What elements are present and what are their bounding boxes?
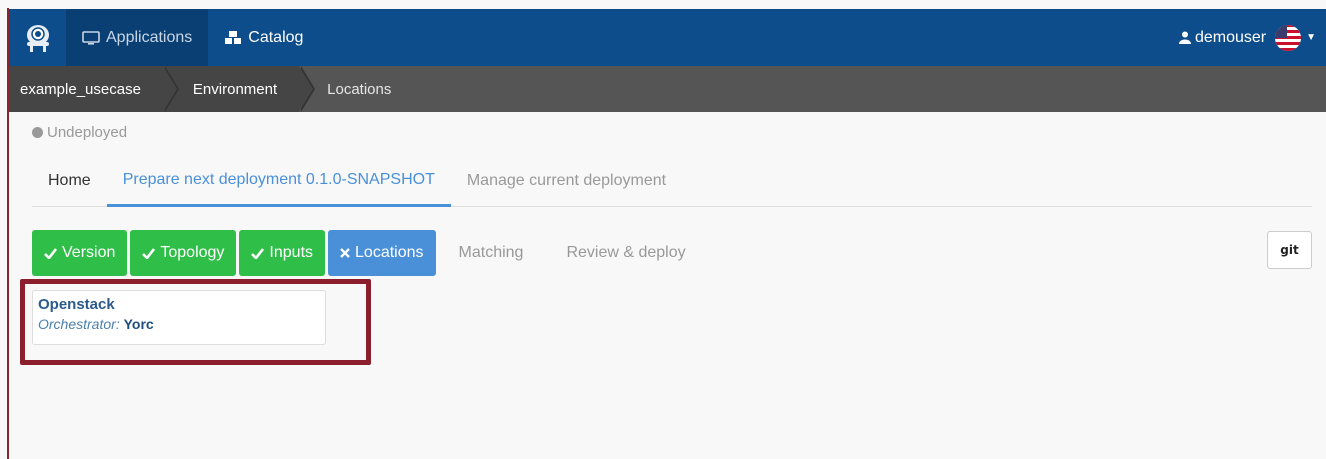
tab-label: Manage current deployment — [466, 172, 667, 189]
step-label: Inputs — [269, 244, 314, 261]
git-button-label: git — [1280, 243, 1299, 257]
tab-label: Prepare next deployment 0.1.0-SNAPSHOT — [122, 171, 435, 188]
location-card-openstack[interactable]: Openstack Orchestrator: Yorc — [32, 290, 326, 345]
step-version-button[interactable]: Version — [32, 230, 128, 276]
breadcrumb-item-locations[interactable]: Locations — [299, 66, 413, 112]
cubes-icon — [225, 31, 242, 44]
tab-home[interactable]: Home — [32, 156, 107, 206]
tab-manage-current-deployment[interactable]: Manage current deployment — [451, 156, 682, 206]
deployment-wizard-steps: Version Topology Inputs Locations Matchi… — [32, 230, 709, 276]
location-orchestrator: Orchestrator: Yorc — [38, 316, 320, 332]
tab-label: Home — [48, 172, 91, 189]
check-icon — [44, 247, 57, 259]
location-name: Openstack — [38, 296, 115, 313]
nav-applications[interactable]: Applications — [66, 9, 209, 66]
orchestrator-label: Orchestrator — [38, 316, 116, 332]
step-review-deploy[interactable]: Review & deploy — [546, 230, 705, 276]
orchestrator-value: Yorc — [123, 316, 154, 332]
step-inputs-button[interactable]: Inputs — [239, 230, 326, 276]
status-dot-icon — [32, 127, 43, 138]
deployment-status: Undeployed — [32, 124, 127, 141]
step-label: Review & deploy — [566, 244, 686, 261]
caret-down-icon: ▼ — [1306, 32, 1316, 43]
breadcrumb: example_usecase Environment Locations — [9, 66, 1326, 112]
step-label: Matching — [458, 244, 524, 261]
breadcrumb-item-environment[interactable]: Environment — [162, 66, 316, 112]
step-topology-button[interactable]: Topology — [130, 230, 237, 276]
nav-applications-label: Applications — [106, 28, 193, 46]
user-menu[interactable]: demouser ▼ — [1178, 24, 1316, 52]
desktop-icon — [82, 30, 100, 45]
nav-catalog[interactable]: Catalog — [208, 9, 319, 66]
username: demouser — [1194, 28, 1267, 46]
breadcrumb-item-application[interactable]: example_usecase — [9, 66, 179, 112]
alien-logo-icon[interactable] — [9, 9, 66, 66]
orchestrator-colon: : — [115, 316, 124, 332]
check-icon — [251, 247, 265, 259]
step-label: Topology — [160, 244, 225, 261]
us-flag-icon — [1274, 24, 1302, 52]
status-label: Undeployed — [47, 124, 128, 141]
breadcrumb-label: Environment — [192, 80, 278, 98]
breadcrumb-label: Locations — [327, 80, 392, 98]
step-label: Locations — [355, 244, 424, 261]
step-matching[interactable]: Matching — [439, 230, 544, 276]
deployment-tabs: Home Prepare next deployment 0.1.0-SNAPS… — [32, 156, 1312, 207]
breadcrumb-label: example_usecase — [20, 80, 141, 98]
step-locations-button[interactable]: Locations — [328, 230, 436, 276]
nav-catalog-label: Catalog — [248, 28, 304, 46]
top-navbar: Applications Catalog demouser ▼ — [9, 9, 1326, 66]
tab-prepare-next-deployment[interactable]: Prepare next deployment 0.1.0-SNAPSHOT — [106, 156, 451, 207]
check-icon — [142, 247, 156, 259]
user-icon — [1178, 31, 1191, 44]
git-button[interactable]: git — [1267, 231, 1312, 269]
times-icon — [340, 248, 350, 258]
step-label: Version — [62, 244, 116, 261]
